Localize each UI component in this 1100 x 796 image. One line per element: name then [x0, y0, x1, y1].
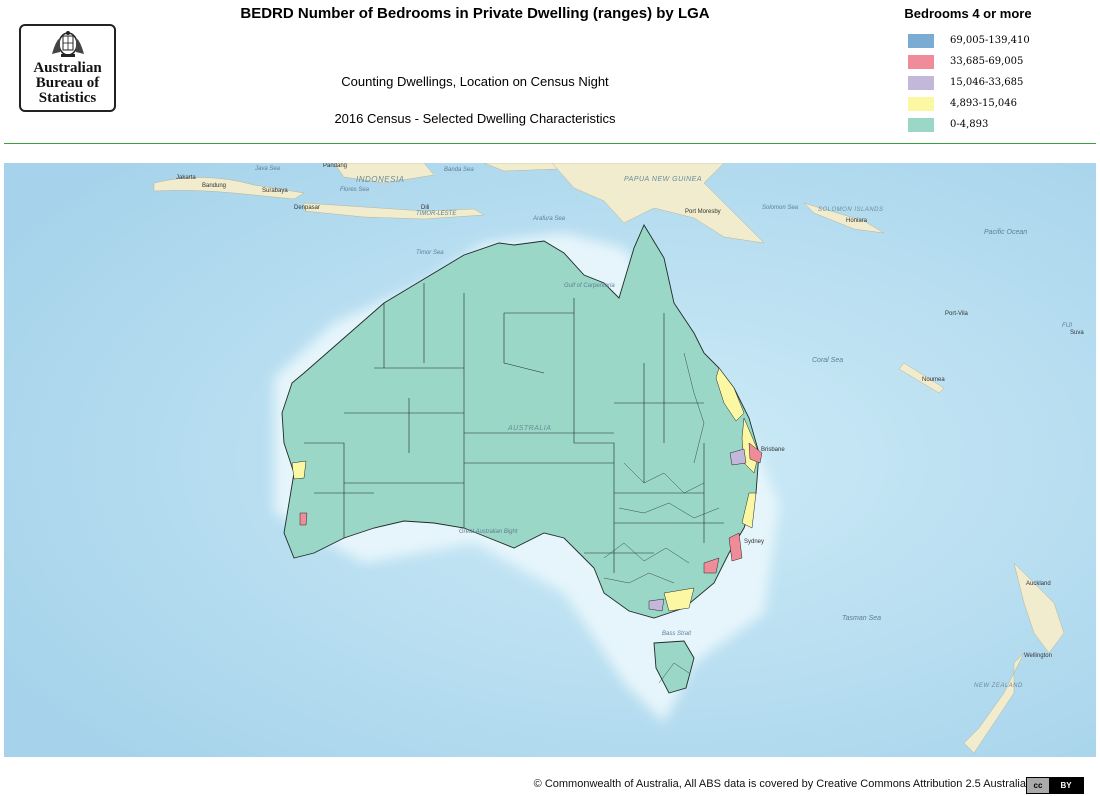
- cc-by-badge[interactable]: cc BY: [1026, 777, 1084, 794]
- legend-item: 15,046-33,685: [908, 72, 1030, 93]
- map-title: BEDRD Number of Bedrooms in Private Dwel…: [240, 5, 710, 22]
- legend-item: 0-4,893: [908, 114, 1030, 135]
- by-label: BY: [1060, 781, 1072, 790]
- legend-swatch: [908, 33, 934, 48]
- coat-of-arms-icon: [51, 31, 84, 57]
- logo-line-2: Bureau of: [35, 75, 100, 91]
- logo-line-3: Statistics: [38, 90, 97, 106]
- legend-label: 33,685-69,005: [950, 56, 1024, 67]
- cc-icon: cc: [1027, 778, 1049, 793]
- legend-label: 15,046-33,685: [950, 77, 1024, 88]
- logo-line-1: Australian: [33, 60, 102, 76]
- label-sydney: Sydney: [744, 539, 765, 545]
- header-divider: [4, 143, 1096, 144]
- label-banda-sea: Banda Sea: [444, 167, 474, 173]
- label-new-zealand: NEW ZEALAND: [974, 683, 1023, 689]
- label-port-vila: Port-Vila: [945, 311, 968, 317]
- map-subtitle-counting: Counting Dwellings, Location on Census N…: [341, 74, 609, 89]
- label-flores-sea: Flores Sea: [340, 187, 370, 193]
- legend-label: 4,893-15,046: [950, 98, 1017, 109]
- label-solomon-islands: SOLOMON ISLANDS: [818, 207, 884, 213]
- label-gulf-of-carpentaria: Gulf of Carpentaria: [564, 283, 615, 289]
- legend-item: 69,005-139,410: [908, 30, 1030, 51]
- region-yellow: [291, 460, 307, 480]
- legend-item: 33,685-69,005: [908, 51, 1030, 72]
- label-timor-leste: TIMOR-LESTE: [416, 211, 457, 217]
- region-pink: [299, 512, 308, 526]
- label-pacific-ocean: Pacific Ocean: [984, 229, 1028, 236]
- label-java-sea: Java Sea: [255, 166, 281, 172]
- region-purple: [648, 598, 665, 612]
- label-timor-sea: Timor Sea: [416, 250, 444, 256]
- map-svg: [4, 163, 1096, 757]
- label-pandang: Pandang: [323, 163, 348, 169]
- map-canvas[interactable]: Java Sea Pandang INDONESIA Jakarta Bandu…: [4, 163, 1096, 757]
- legend-swatch: [908, 117, 934, 132]
- legend-swatch: [908, 54, 934, 69]
- label-australia: AUSTRALIA: [508, 425, 552, 432]
- copyright-notice: © Commonwealth of Australia, All ABS dat…: [533, 778, 1026, 790]
- map-subtitle-census: 2016 Census - Selected Dwelling Characte…: [334, 111, 616, 126]
- abs-logo: Australian Bureau of Statistics: [19, 24, 116, 112]
- label-jakarta: Jakarta: [176, 175, 196, 181]
- label-coral-sea: Coral Sea: [812, 357, 844, 364]
- legend-item: 4,893-15,046: [908, 93, 1030, 114]
- label-great-australian-bight: Great Australian Bight: [459, 529, 518, 535]
- label-arafura-sea: Arafura Sea: [533, 216, 566, 222]
- legend-label: 0-4,893: [950, 119, 989, 130]
- legend: 69,005-139,410 33,685-69,005 15,046-33,6…: [908, 30, 1030, 135]
- legend-label: 69,005-139,410: [950, 35, 1030, 46]
- label-solomon-sea: Solomon Sea: [762, 205, 799, 211]
- label-noumea: Noumea: [922, 377, 945, 383]
- label-wellington: Wellington: [1024, 653, 1052, 659]
- label-tasman-sea: Tasman Sea: [842, 615, 882, 622]
- label-denpasar: Denpasar: [294, 205, 321, 211]
- legend-swatch: [908, 75, 934, 90]
- label-port-moresby: Port Moresby: [685, 209, 721, 215]
- label-honiara: Honiara: [846, 218, 868, 224]
- label-bandung: Bandung: [202, 183, 227, 189]
- label-bass-strait: Bass Strait: [662, 631, 692, 637]
- legend-swatch: [908, 96, 934, 111]
- label-surabaya: Surabaya: [262, 188, 288, 194]
- label-auckland: Auckland: [1026, 581, 1051, 587]
- label-papua-new-guinea: PAPUA NEW GUINEA: [624, 176, 703, 183]
- label-indonesia: INDONESIA: [356, 175, 405, 184]
- label-brisbane: Brisbane: [761, 447, 785, 453]
- legend-title: Bedrooms 4 or more: [904, 6, 1032, 21]
- label-fiji: FIJI: [1062, 323, 1072, 329]
- label-suva: Suva: [1070, 330, 1084, 336]
